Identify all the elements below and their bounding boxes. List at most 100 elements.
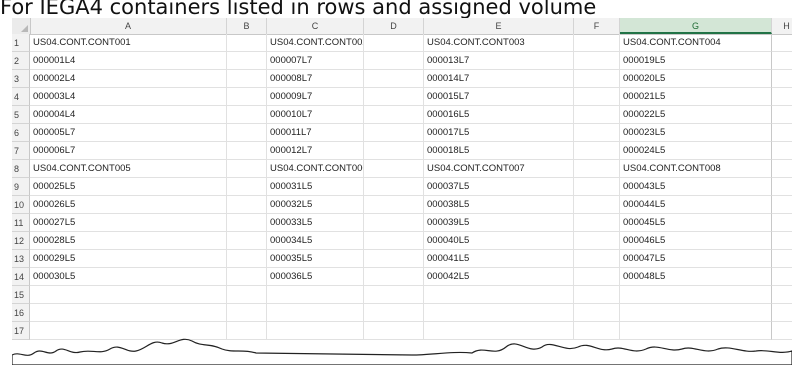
cell-h4[interactable] (772, 88, 792, 106)
column-header-e[interactable]: E (424, 18, 574, 34)
cell-a7[interactable]: 000006L7 (30, 142, 227, 160)
row-header-7[interactable]: 7 (12, 142, 30, 160)
cell-b4[interactable] (227, 88, 267, 106)
column-header-b[interactable]: B (227, 18, 267, 34)
cell-g12[interactable]: 000046L5 (620, 232, 772, 250)
cell-f11[interactable] (574, 214, 620, 232)
cell-b2[interactable] (227, 52, 267, 70)
cell-e3[interactable]: 000014L7 (424, 70, 574, 88)
cell-e2[interactable]: 000013L7 (424, 52, 574, 70)
cell-h6[interactable] (772, 124, 792, 142)
cell-h16[interactable] (772, 304, 792, 322)
row-header-6[interactable]: 6 (12, 124, 30, 142)
cell-g10[interactable]: 000044L5 (620, 196, 772, 214)
cell-f1[interactable] (574, 34, 620, 52)
cell-f5[interactable] (574, 106, 620, 124)
cell-c10[interactable]: 000032L5 (267, 196, 364, 214)
cell-a4[interactable]: 000003L4 (30, 88, 227, 106)
cell-g8[interactable]: US04.CONT.CONT008 (620, 160, 772, 178)
cell-d13[interactable] (364, 250, 424, 268)
cell-h13[interactable] (772, 250, 792, 268)
cell-h1[interactable] (772, 34, 792, 52)
cell-d2[interactable] (364, 52, 424, 70)
cell-f15[interactable] (574, 286, 620, 304)
cell-a10[interactable]: 000026L5 (30, 196, 227, 214)
cell-d8[interactable] (364, 160, 424, 178)
cell-d10[interactable] (364, 196, 424, 214)
cell-g6[interactable]: 000023L5 (620, 124, 772, 142)
cell-g3[interactable]: 000020L5 (620, 70, 772, 88)
cell-d16[interactable] (364, 304, 424, 322)
cell-f9[interactable] (574, 178, 620, 196)
column-header-d[interactable]: D (364, 18, 424, 34)
row-header-2[interactable]: 2 (12, 52, 30, 70)
cell-h10[interactable] (772, 196, 792, 214)
cell-b3[interactable] (227, 70, 267, 88)
cell-d9[interactable] (364, 178, 424, 196)
cell-e5[interactable]: 000016L5 (424, 106, 574, 124)
cell-g15[interactable] (620, 286, 772, 304)
cell-f14[interactable] (574, 268, 620, 286)
cell-g5[interactable]: 000022L5 (620, 106, 772, 124)
cell-c6[interactable]: 000011L7 (267, 124, 364, 142)
spreadsheet-grid[interactable]: ABCDEFGH 1 2 3 4 5 6 7 8 9 10 11 12 13 14 15 16 17 US04.… (12, 18, 792, 365)
cell-b11[interactable] (227, 214, 267, 232)
cell-f16[interactable] (574, 304, 620, 322)
cell-b14[interactable] (227, 268, 267, 286)
cell-b8[interactable] (227, 160, 267, 178)
cell-b13[interactable] (227, 250, 267, 268)
cell-f3[interactable] (574, 70, 620, 88)
cell-d4[interactable] (364, 88, 424, 106)
cell-b6[interactable] (227, 124, 267, 142)
cell-e11[interactable]: 000039L5 (424, 214, 574, 232)
column-header-a[interactable]: A (30, 18, 227, 34)
cell-d15[interactable] (364, 286, 424, 304)
cell-c7[interactable]: 000012L7 (267, 142, 364, 160)
cell-e1[interactable]: US04.CONT.CONT003 (424, 34, 574, 52)
cell-e14[interactable]: 000042L5 (424, 268, 574, 286)
cell-c9[interactable]: 000031L5 (267, 178, 364, 196)
cell-g14[interactable]: 000048L5 (620, 268, 772, 286)
row-header-4[interactable]: 4 (12, 88, 30, 106)
row-header-1[interactable]: 1 (12, 34, 30, 52)
cell-g2[interactable]: 000019L5 (620, 52, 772, 70)
cell-e13[interactable]: 000041L5 (424, 250, 574, 268)
cell-h9[interactable] (772, 178, 792, 196)
cell-f8[interactable] (574, 160, 620, 178)
row-header-14[interactable]: 14 (12, 268, 30, 286)
cell-f4[interactable] (574, 88, 620, 106)
cell-d1[interactable] (364, 34, 424, 52)
row-header-16[interactable]: 16 (12, 304, 30, 322)
cell-e7[interactable]: 000018L5 (424, 142, 574, 160)
cell-b16[interactable] (227, 304, 267, 322)
cell-d11[interactable] (364, 214, 424, 232)
cell-g9[interactable]: 000043L5 (620, 178, 772, 196)
cell-a14[interactable]: 000030L5 (30, 268, 227, 286)
row-header-9[interactable]: 9 (12, 178, 30, 196)
cell-b5[interactable] (227, 106, 267, 124)
cell-g11[interactable]: 000045L5 (620, 214, 772, 232)
cell-a11[interactable]: 000027L5 (30, 214, 227, 232)
cell-h11[interactable] (772, 214, 792, 232)
cell-a15[interactable] (30, 286, 227, 304)
cell-c3[interactable]: 000008L7 (267, 70, 364, 88)
cell-b15[interactable] (227, 286, 267, 304)
cell-e4[interactable]: 000015L7 (424, 88, 574, 106)
cell-f12[interactable] (574, 232, 620, 250)
cell-e6[interactable]: 000017L5 (424, 124, 574, 142)
cell-c14[interactable]: 000036L5 (267, 268, 364, 286)
cell-d5[interactable] (364, 106, 424, 124)
column-header-f[interactable]: F (574, 18, 620, 34)
cell-h8[interactable] (772, 160, 792, 178)
cell-a5[interactable]: 000004L4 (30, 106, 227, 124)
cell-c16[interactable] (267, 304, 364, 322)
cell-c4[interactable]: 000009L7 (267, 88, 364, 106)
cell-e9[interactable]: 000037L5 (424, 178, 574, 196)
select-all-corner[interactable] (12, 18, 31, 34)
cell-a2[interactable]: 000001L4 (30, 52, 227, 70)
cell-h3[interactable] (772, 70, 792, 88)
column-header-c[interactable]: C (267, 18, 364, 34)
cell-a1[interactable]: US04.CONT.CONT001 (30, 34, 227, 52)
row-header-3[interactable]: 3 (12, 70, 30, 88)
cell-d12[interactable] (364, 232, 424, 250)
